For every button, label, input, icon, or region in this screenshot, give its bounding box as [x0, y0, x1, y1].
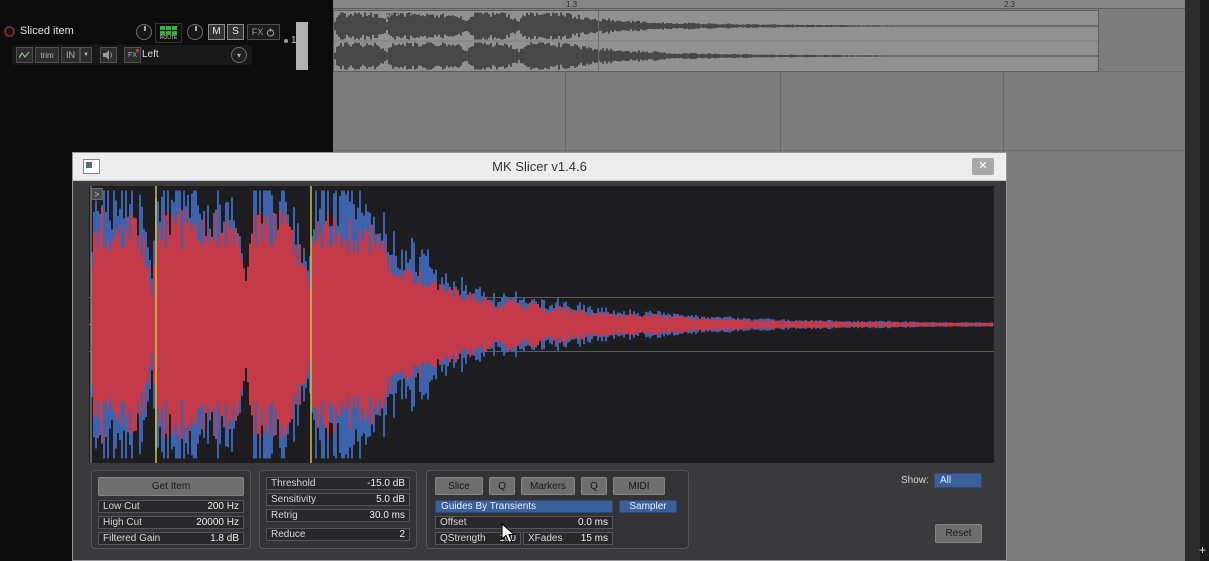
filtered-gain-value: 1.8 dB [210, 533, 239, 544]
slice-button[interactable]: Slice [435, 477, 483, 495]
scrollbar-edge [1200, 0, 1209, 561]
offset-value: 0.0 ms [578, 517, 608, 528]
mute-button[interactable]: M [208, 24, 225, 40]
fx-button[interactable]: FX [247, 24, 280, 40]
ruler-mark: 1.3 [566, 0, 577, 9]
reduce-value: 2 [399, 529, 405, 540]
xfades-label: XFades [528, 533, 562, 544]
power-icon [266, 28, 275, 37]
track-number: 1 [284, 35, 297, 46]
get-item-button[interactable]: Get Item [98, 477, 244, 496]
route-matrix-icon [156, 24, 181, 35]
window-title: MK Slicer v1.4.6 [73, 159, 1006, 174]
chevron-down-icon: ▼ [83, 52, 89, 58]
mode-group: Slice Q Markers Q MIDI Guides By Transie… [426, 470, 689, 549]
filter-group: Get Item Low Cut 200 Hz High Cut 20000 H… [91, 470, 251, 549]
slicer-waveform[interactable]: > [89, 186, 994, 463]
close-button[interactable]: ✕ [972, 158, 994, 175]
high-cut-field[interactable]: High Cut 20000 Hz [98, 516, 244, 529]
offset-label: Offset [440, 517, 467, 528]
chevron-down-icon: ▾ [237, 51, 241, 60]
sampler-button[interactable]: Sampler [619, 500, 677, 513]
filtered-gain-label: Filtered Gain [103, 533, 160, 544]
input-button[interactable]: IN [61, 47, 80, 63]
low-cut-value: 200 Hz [207, 501, 239, 512]
sensitivity-field[interactable]: Sensitivity 5.0 dB [266, 493, 410, 506]
route-label: ROUTE [156, 35, 181, 41]
trim-button[interactable]: trim [35, 47, 59, 63]
quantize-markers-button[interactable]: Q [581, 477, 607, 495]
ruler-mark: 2.3 [1004, 0, 1015, 9]
detection-group: Threshold -15.0 dB Sensitivity 5.0 dB Re… [259, 470, 417, 549]
item-wave-left [335, 13, 1097, 40]
threshold-value: -15.0 dB [367, 478, 405, 489]
threshold-label: Threshold [271, 478, 315, 489]
knob-pointer [144, 26, 146, 31]
reset-button[interactable]: Reset [935, 524, 982, 543]
envelope-icon [19, 51, 30, 60]
low-cut-field[interactable]: Low Cut 200 Hz [98, 500, 244, 513]
waveform-canvas [89, 186, 994, 463]
xfades-field[interactable]: XFades 15 ms [523, 532, 613, 545]
bullet-icon [284, 39, 288, 43]
qstrength-label: QStrength [440, 533, 486, 544]
slicer-waveform-svg [89, 186, 994, 463]
take-name: Left [142, 49, 159, 60]
take-dropdown-button[interactable]: ▾ [231, 47, 247, 63]
track-name[interactable]: Sliced item [20, 25, 74, 37]
track-controls-row: trim IN ▼ FX Left ▾ [12, 45, 252, 65]
filtered-gain-field[interactable]: Filtered Gain 1.8 dB [98, 532, 244, 545]
window-titlebar[interactable]: MK Slicer v1.4.6 ✕ [73, 153, 1006, 181]
item-label: 2007_6 [386, 12, 413, 21]
item-waveform-svg [334, 11, 1098, 71]
track-separator [333, 150, 1185, 151]
fx-label: FX [252, 27, 264, 37]
vertical-scrollbar[interactable]: + [1185, 0, 1209, 561]
speaker-icon [103, 50, 114, 60]
retrig-label: Retrig [271, 510, 298, 521]
show-dropdown[interactable]: All [934, 473, 982, 488]
item-split-line [598, 11, 599, 71]
low-cut-label: Low Cut [103, 501, 140, 512]
item-wave-right [335, 43, 1097, 70]
mk-slicer-window: MK Slicer v1.4.6 ✕ > Get Item Low Cut 20… [72, 152, 1007, 561]
sensitivity-label: Sensitivity [271, 494, 316, 505]
retrig-field[interactable]: Retrig 30.0 ms [266, 509, 410, 522]
expand-button[interactable]: > [91, 188, 103, 200]
input-dropdown[interactable]: ▼ [80, 47, 92, 63]
zoom-plus-button[interactable]: + [1199, 544, 1206, 556]
markers-button[interactable]: Markers [521, 477, 575, 495]
xfades-value: 15 ms [581, 533, 608, 544]
screen: 1.3 2.3 2007_6 + Sliced item ROUTE M S [0, 0, 1209, 561]
mouse-cursor [501, 523, 517, 550]
solo-button[interactable]: S [227, 24, 244, 40]
volume-knob[interactable] [136, 24, 152, 40]
media-item[interactable]: 2007_6 [333, 10, 1099, 72]
show-label: Show: [901, 475, 929, 486]
record-arm-button[interactable] [4, 26, 15, 37]
item-waveform [334, 11, 1098, 71]
route-button[interactable]: ROUTE [155, 23, 182, 43]
envelope-button[interactable] [16, 47, 33, 63]
take-fx-button[interactable]: FX [124, 47, 141, 63]
reduce-field[interactable]: Reduce 2 [266, 528, 410, 541]
monitor-button[interactable] [100, 47, 117, 63]
midi-button[interactable]: MIDI [613, 477, 665, 495]
fx-active-dot [136, 49, 139, 52]
quantize-slice-button[interactable]: Q [489, 477, 515, 495]
sensitivity-value: 5.0 dB [376, 494, 405, 505]
pan-knob[interactable] [187, 24, 203, 40]
take-fx-label: FX [128, 52, 137, 59]
threshold-field[interactable]: Threshold -15.0 dB [266, 477, 410, 490]
guides-mode-field[interactable]: Guides By Transients [435, 500, 613, 513]
knob-pointer [195, 26, 197, 31]
tcp-scrollbar[interactable] [296, 22, 308, 70]
high-cut-label: High Cut [103, 517, 142, 528]
retrig-value: 30.0 ms [369, 510, 405, 521]
reduce-label: Reduce [271, 529, 305, 540]
high-cut-value: 20000 Hz [196, 517, 239, 528]
offset-field[interactable]: Offset 0.0 ms [435, 516, 613, 529]
timeline-ruler[interactable]: 1.3 2.3 [333, 0, 1185, 9]
